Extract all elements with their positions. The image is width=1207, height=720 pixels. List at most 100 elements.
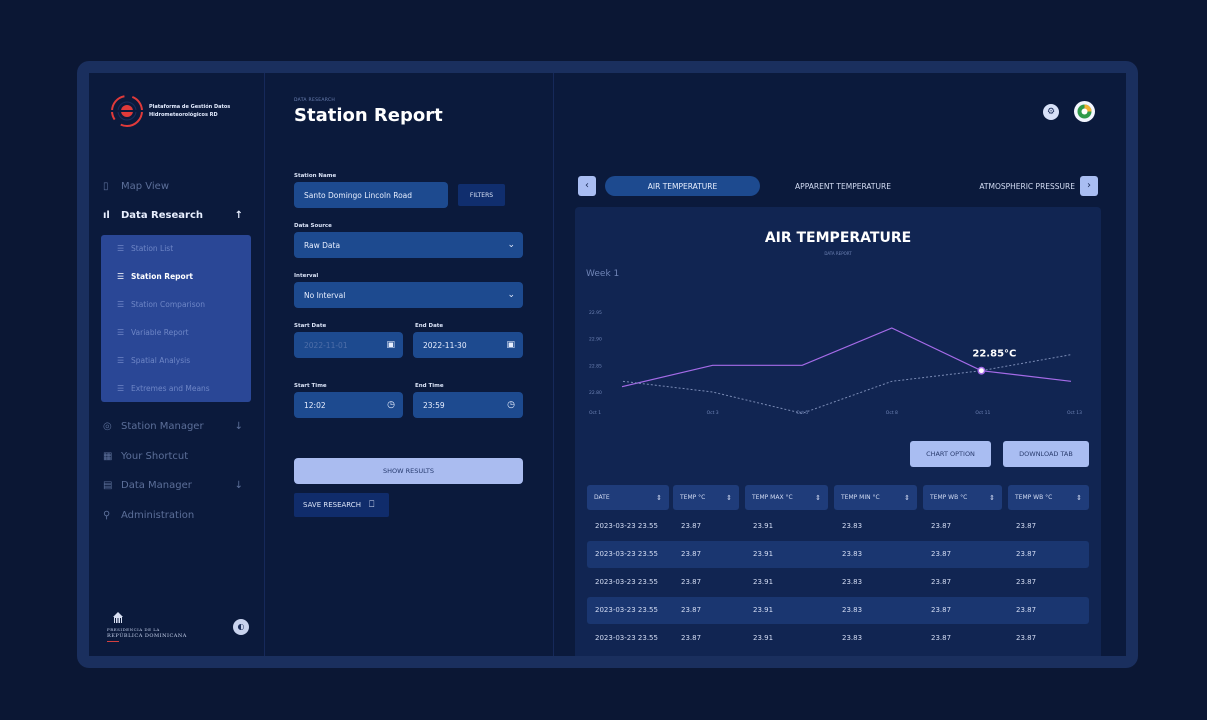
show-results-label: SHOW RESULTS <box>383 467 434 475</box>
settings-button[interactable]: ⚙ <box>1043 104 1059 120</box>
submenu-item-spatial-analysis[interactable]: ☰ Spatial Analysis <box>117 356 190 365</box>
gov-line-2: REPÚBLICA DOMINICANA <box>107 633 187 639</box>
list-icon: ☰ <box>117 272 125 281</box>
interval-select[interactable]: No Interval ⌄ <box>294 282 523 308</box>
nav-map-view[interactable]: ▯ Map View <box>103 177 251 195</box>
sort-icon[interactable]: ⇕ <box>989 494 995 502</box>
submenu-label: Station Comparison <box>131 300 205 309</box>
bookmark-icon: ⎕ <box>368 500 375 510</box>
station-name-label: Station Name <box>294 173 337 179</box>
government-logo: PRESIDENCIA DE LA REPÚBLICA DOMINICANA <box>107 611 197 647</box>
x-tick-label: Oct 11 <box>975 410 990 416</box>
download-table-button[interactable]: DOWNLOAD TAB <box>1003 441 1089 467</box>
nav-data-research[interactable]: ıl Data Research ↑ <box>103 206 251 224</box>
sort-icon[interactable]: ⇕ <box>726 494 732 502</box>
gov-red-line <box>107 641 119 642</box>
highlight-label: 22.85°C <box>972 349 1016 360</box>
table-cell: 2023-03-23 23.55 <box>595 550 658 558</box>
table-cell: 23.91 <box>753 606 774 614</box>
start-date-label: Start Date <box>294 323 327 329</box>
submenu-item-station-comparison[interactable]: ☰ Station Comparison <box>117 300 205 309</box>
start-time-value: 12:02 <box>304 400 326 410</box>
arrow-down-icon: ↓ <box>234 420 243 432</box>
table-row[interactable]: 2023-03-23 23.55 23.87 23.91 23.83 23.87 23.8… <box>587 541 1089 568</box>
tab-air-temperature[interactable]: AIR TEMPERATURE <box>605 176 760 196</box>
chevron-left-icon: ‹ <box>585 180 589 191</box>
sort-icon[interactable]: ⇕ <box>904 494 910 502</box>
list-icon: ☰ <box>117 328 125 337</box>
table-header-label: TEMP WB °C <box>1015 494 1053 501</box>
tabs-next-button[interactable]: › <box>1080 176 1098 196</box>
table-header[interactable]: TEMP °C ⇕ <box>673 485 739 510</box>
data-research-submenu: ☰ Station List ☰ Station Report ☰ Station C… <box>101 235 251 402</box>
x-tick-label: Oct 5 <box>796 410 808 416</box>
end-date-label: End Date <box>415 323 444 329</box>
table-row[interactable]: 2023-03-23 23.55 23.87 23.91 23.83 23.87 23.8… <box>587 625 1089 652</box>
table-header[interactable]: TEMP WB °C ⇕ <box>1008 485 1089 510</box>
nav-your-shortcut[interactable]: ▦ Your Shortcut <box>103 447 251 465</box>
station-name-field[interactable]: Santo Domingo Lincoln Road <box>294 182 448 208</box>
tab-label: APPARENT TEMPERATURE <box>795 181 891 191</box>
nav-data-manager[interactable]: ▤ Data Manager ↓ <box>103 476 251 494</box>
end-time-field[interactable]: 23:59 ◷ <box>413 392 523 418</box>
submenu-item-station-list[interactable]: ☰ Station List <box>117 244 173 253</box>
x-tick-label: Oct 8 <box>886 410 898 416</box>
table-cell: 23.91 <box>753 634 774 642</box>
table-cell: 23.87 <box>681 606 702 614</box>
nav-station-manager[interactable]: ◎ Station Manager ↓ <box>103 417 251 435</box>
submenu-label: Station List <box>131 244 174 253</box>
table-row[interactable]: 2023-03-23 23.55 23.87 23.91 23.83 23.87 23.8… <box>587 569 1089 596</box>
filters-button[interactable]: FILTERS <box>458 184 505 206</box>
table-row[interactable]: 2023-03-23 23.55 23.87 23.91 23.83 23.87 23.8… <box>587 597 1089 624</box>
chevron-down-icon: ⌄ <box>507 240 515 250</box>
table-header[interactable]: DATE ⇕ <box>587 485 669 510</box>
table-header-label: TEMP MAX °C <box>752 494 793 501</box>
start-time-field[interactable]: 12:02 ◷ <box>294 392 403 418</box>
table-cell: 23.87 <box>1016 578 1037 586</box>
table-cell: 2023-03-23 23.55 <box>595 522 658 530</box>
user-avatar[interactable] <box>1074 101 1095 122</box>
table-cell: 23.87 <box>931 550 952 558</box>
table-cell: 23.87 <box>931 522 952 530</box>
sort-icon[interactable]: ⇕ <box>815 494 821 502</box>
app-window: Plataforma de Gestión Datos Hidrometeoro… <box>89 73 1126 656</box>
table-cell: 23.91 <box>753 578 774 586</box>
table-cell: 23.87 <box>931 606 952 614</box>
table-cell: 23.91 <box>753 550 774 558</box>
chart-period: Week 1 <box>586 269 620 279</box>
air-temperature-chart: 22.95 22.90 22.85 22.80 Oct 1 Oct 3 Oct 5 Oct 8… <box>589 310 1082 416</box>
submenu-item-station-report[interactable]: ☰ Station Report <box>117 272 193 281</box>
variable-tabs: ‹ AIR TEMPERATURE APPARENT TEMPERATURE A… <box>578 176 1098 196</box>
list-icon: ☰ <box>117 356 125 365</box>
sort-icon[interactable]: ⇕ <box>1076 494 1082 502</box>
tabs-prev-button[interactable]: ‹ <box>578 176 596 196</box>
table-cell: 23.87 <box>681 578 702 586</box>
submenu-label: Station Report <box>131 272 193 281</box>
table-header[interactable]: TEMP MIN °C ⇕ <box>834 485 917 510</box>
submenu-label: Variable Report <box>131 328 189 337</box>
tab-atmospheric-pressure[interactable]: ATMOSPHERIC PRESSURE <box>928 176 1075 196</box>
sort-icon[interactable]: ⇕ <box>656 494 662 502</box>
start-date-field[interactable]: 2022-11-01 ▣ <box>294 332 403 358</box>
highlight-point <box>977 366 986 375</box>
theme-toggle-button[interactable]: ◐ <box>233 619 249 635</box>
end-date-value: 2022-11-30 <box>423 340 467 350</box>
y-tick-label: 22.90 <box>589 337 602 343</box>
table-row[interactable]: 2023-03-23 23.55 23.87 23.91 23.83 23.87 23.8… <box>587 513 1089 540</box>
chart-option-button[interactable]: CHART OPTION <box>910 441 991 467</box>
table-cell: 23.87 <box>681 634 702 642</box>
table-header[interactable]: TEMP MAX °C ⇕ <box>745 485 828 510</box>
show-results-button[interactable]: SHOW RESULTS <box>294 458 523 484</box>
database-icon: ▤ <box>103 479 113 491</box>
save-research-button[interactable]: SAVE RESEARCH ⎕ <box>294 493 389 517</box>
nav-data-manager-label: Data Manager <box>121 479 192 491</box>
submenu-item-extremes-means[interactable]: ☰ Extremes and Means <box>117 384 210 393</box>
table-header[interactable]: TEMP WB °C ⇕ <box>923 485 1002 510</box>
avatar-icon <box>1077 104 1092 119</box>
submenu-item-variable-report[interactable]: ☰ Variable Report <box>117 328 189 337</box>
tab-apparent-temperature[interactable]: APPARENT TEMPERATURE <box>768 176 918 196</box>
app-logo-icon <box>110 95 144 127</box>
data-source-select[interactable]: Raw Data ⌄ <box>294 232 523 258</box>
nav-administration[interactable]: ⚲ Administration <box>103 506 251 524</box>
end-date-field[interactable]: 2022-11-30 ▣ <box>413 332 523 358</box>
